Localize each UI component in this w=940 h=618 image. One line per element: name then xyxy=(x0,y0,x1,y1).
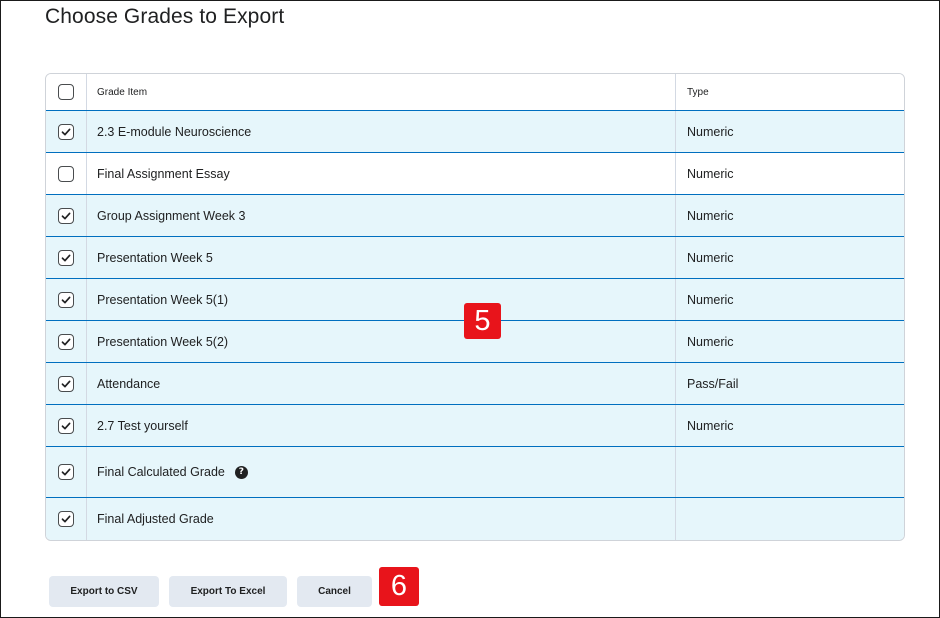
row-checkbox[interactable] xyxy=(58,333,74,350)
grade-item-name: Final Assignment Essay xyxy=(87,153,676,194)
export-excel-button[interactable]: Export To Excel xyxy=(169,576,287,607)
row-checkbox[interactable] xyxy=(58,511,74,527)
row-checkbox[interactable] xyxy=(58,165,74,182)
grade-item-name: 2.3 E-module Neuroscience xyxy=(87,111,676,152)
row-checkbox[interactable] xyxy=(58,123,74,140)
grade-item-name: Attendance xyxy=(87,363,676,404)
row-checkbox[interactable] xyxy=(58,375,74,392)
grade-item-name: Final Calculated Grade ? xyxy=(87,447,676,497)
page-title: Choose Grades to Export xyxy=(45,5,285,28)
grade-item-type: Numeric xyxy=(687,124,734,139)
row-checkbox[interactable] xyxy=(58,291,74,308)
grade-item-type xyxy=(676,447,904,497)
grade-item-name: Presentation Week 5 xyxy=(87,237,676,278)
select-all-checkbox[interactable] xyxy=(58,84,74,100)
row-checkbox[interactable] xyxy=(58,249,74,266)
checkmark-icon xyxy=(61,380,71,387)
table-header-row: Grade Item Type xyxy=(46,74,904,110)
grade-item-name: Presentation Week 5(2) xyxy=(87,321,676,362)
table-row[interactable]: Group Assignment Week 3 Numeric xyxy=(46,194,904,236)
grade-item-type xyxy=(676,498,904,540)
grade-item-type: Numeric xyxy=(687,208,734,223)
checkmark-icon xyxy=(61,296,71,303)
select-all-cell xyxy=(46,74,87,110)
row-checkbox[interactable] xyxy=(58,464,74,480)
table-row[interactable]: Attendance Pass/Fail xyxy=(46,362,904,404)
grade-item-type: Numeric xyxy=(687,418,734,433)
table-row[interactable]: 2.3 E-module Neuroscience Numeric xyxy=(46,110,904,152)
row-checkbox[interactable] xyxy=(58,207,74,224)
grade-item-name: Final Adjusted Grade xyxy=(87,498,676,540)
grade-item-type: Numeric xyxy=(687,292,734,307)
checkmark-icon xyxy=(61,212,71,219)
table-row[interactable]: Final Adjusted Grade xyxy=(46,497,904,540)
checkmark-icon xyxy=(61,128,71,135)
row-checkbox[interactable] xyxy=(58,417,74,434)
table-row[interactable]: 2.7 Test yourself Numeric xyxy=(46,404,904,446)
table-row[interactable]: Final Calculated Grade ? xyxy=(46,446,904,497)
grade-item-type: Numeric xyxy=(687,166,734,181)
checkmark-icon xyxy=(61,515,71,523)
grade-item-type: Pass/Fail xyxy=(687,376,739,391)
checkmark-icon xyxy=(61,468,71,476)
grade-item-name: 2.7 Test yourself xyxy=(87,405,676,446)
column-header-type[interactable]: Type xyxy=(676,74,904,110)
step-5-marker: 5 xyxy=(464,303,501,339)
grade-item-label: Final Calculated Grade xyxy=(97,465,225,479)
grade-item-type: Numeric xyxy=(687,334,734,349)
table-row[interactable]: Final Assignment Essay Numeric xyxy=(46,152,904,194)
step-6-marker: 6 xyxy=(379,567,419,606)
checkmark-icon xyxy=(61,254,71,261)
column-header-grade-item[interactable]: Grade Item xyxy=(87,74,676,110)
checkmark-icon xyxy=(61,338,71,345)
grade-item-type: Numeric xyxy=(687,250,734,265)
grade-item-name: Presentation Week 5(1) xyxy=(87,279,676,320)
grade-item-name: Group Assignment Week 3 xyxy=(87,195,676,236)
help-icon[interactable]: ? xyxy=(234,465,248,479)
table-row[interactable]: Presentation Week 5 Numeric xyxy=(46,236,904,278)
export-csv-button[interactable]: Export to CSV xyxy=(49,576,159,607)
cancel-button[interactable]: Cancel xyxy=(297,576,372,607)
checkmark-icon xyxy=(61,422,71,429)
